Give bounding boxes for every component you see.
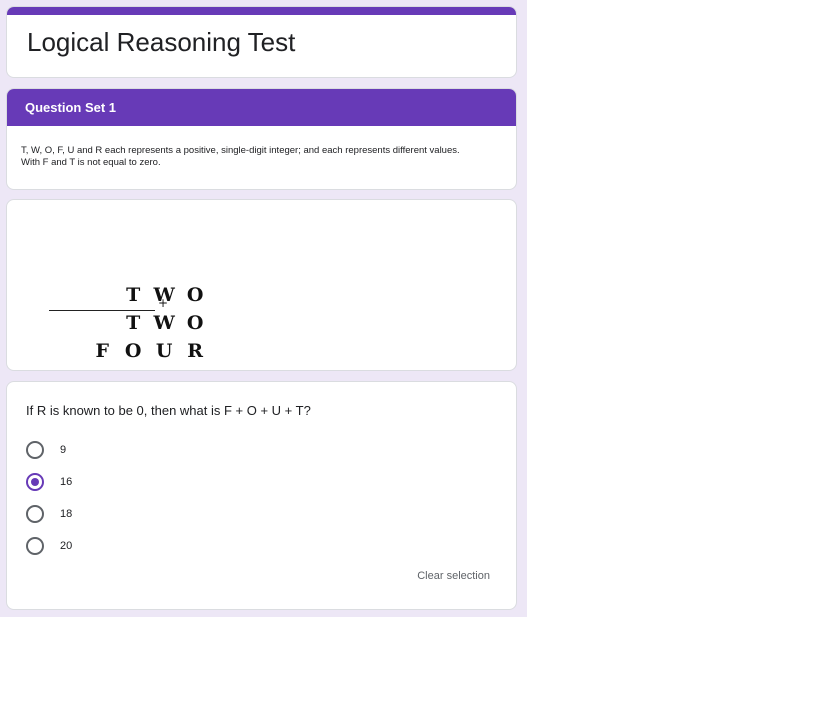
section-header: Question Set 1 [7, 89, 516, 126]
puzzle-letter: F [95, 340, 109, 362]
option-label: 16 [60, 476, 73, 488]
question-card: If R is known to be 0, then what is F + … [6, 381, 517, 610]
section-card: Question Set 1 T, W, O, F, U and R each … [6, 88, 517, 190]
section-description-line-2: With F and T is not equal to zero. [21, 157, 161, 168]
puzzle-letter: R [187, 340, 204, 362]
option-label: 20 [60, 540, 73, 552]
option-9[interactable]: 9 [26, 440, 66, 460]
option-label: 18 [60, 508, 73, 520]
puzzle-image-card: TWO TWO + FOUR [6, 199, 517, 371]
puzzle-sum-line [49, 310, 155, 311]
puzzle-row-3: FOUR [47, 318, 211, 370]
question-text: If R is known to be 0, then what is F + … [26, 403, 311, 418]
radio-button[interactable] [26, 441, 44, 459]
form-title: Logical Reasoning Test [27, 27, 296, 57]
section-description: T, W, O, F, U and R each represents a po… [7, 126, 516, 169]
option-16[interactable]: 16 [26, 472, 72, 492]
radio-button[interactable] [26, 537, 44, 555]
title-accent-bar [7, 7, 516, 15]
puzzle-letter: O [124, 340, 142, 362]
option-18[interactable]: 18 [26, 504, 72, 524]
puzzle-plus-sign: + [158, 296, 169, 310]
form-title-card: Logical Reasoning Test [6, 6, 517, 78]
radio-button[interactable] [26, 505, 44, 523]
option-label: 9 [60, 444, 67, 456]
puzzle-letter: U [155, 340, 173, 362]
radio-selected-dot [31, 478, 39, 486]
section-description-line-1: T, W, O, F, U and R each represents a po… [21, 145, 460, 156]
radio-button-selected[interactable] [26, 473, 44, 491]
option-20[interactable]: 20 [26, 536, 72, 556]
clear-selection-button[interactable]: Clear selection [417, 570, 490, 582]
